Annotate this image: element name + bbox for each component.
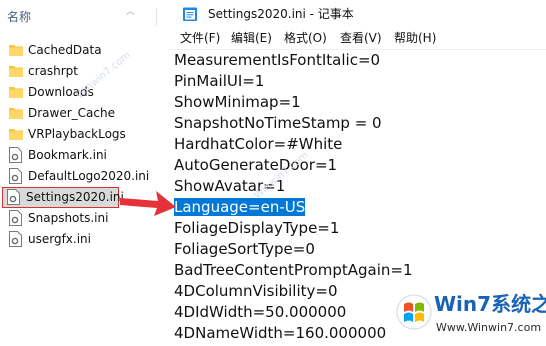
list-item-file[interactable]: Bookmark.ini (4, 145, 124, 166)
menu-edit[interactable]: 编辑(E) (231, 28, 272, 49)
list-item-file-selected[interactable]: Settings2020.ini (2, 187, 124, 208)
text-line: PinMailUI=1 (174, 72, 265, 90)
text-line: BadTreeContentPromptAgain=1 (174, 261, 413, 279)
text-line: SnapshotNoTimeStamp = 0 (174, 114, 382, 132)
notepad-app-icon (183, 7, 197, 21)
folder-icon (9, 87, 23, 98)
list-item-file[interactable]: usergfx.ini (4, 229, 124, 250)
menu-file[interactable]: 文件(F) (180, 28, 220, 49)
folder-icon (9, 66, 23, 77)
ini-file-icon (9, 168, 22, 184)
item-name: Snapshots.ini (28, 211, 109, 225)
item-name: Settings2020.ini (26, 190, 124, 204)
item-name: usergfx.ini (28, 232, 91, 246)
file-explorer-pane: 名称 ︿ CachedData crashrpt Downloads Drawe… (0, 0, 169, 346)
text-line: MeasurementIsFontItalic=0 (174, 51, 381, 69)
item-name: CachedData (28, 43, 102, 57)
list-item-folder[interactable]: Downloads (4, 82, 124, 103)
text-line: 4DIdWidth=50.000000 (174, 303, 347, 321)
folder-icon (9, 108, 23, 119)
window-title: Settings2020.ini - 记事本 (208, 7, 354, 21)
brand-suffix: 系统之家 (491, 292, 546, 316)
watermark-brand: Win7系统之家 (434, 290, 546, 318)
item-name: Bookmark.ini (28, 148, 107, 162)
ini-file-icon (9, 147, 22, 163)
text-line: HardhatColor=#White (174, 135, 343, 153)
item-name: crashrpt (28, 64, 78, 78)
item-name: DefaultLogo2020.ini (28, 169, 150, 183)
text-line: 4DNameWidth=160.000000 (174, 324, 387, 342)
list-item-file[interactable]: DefaultLogo2020.ini (4, 166, 149, 187)
watermark-url: Www.Winwin7.com (436, 321, 542, 334)
list-item-file[interactable]: Snapshots.ini (4, 208, 124, 229)
text-line: 4DColumnVisibility=0 (174, 282, 338, 300)
text-line: ShowMinimap=1 (174, 93, 301, 111)
ini-file-icon (7, 189, 20, 205)
name-column-label: 名称 (7, 10, 32, 24)
text-line: FoliageSortType=0 (174, 240, 315, 258)
folder-icon (9, 129, 23, 140)
menu-bar: 文件(F) 编辑(E) 格式(O) 查看(V) 帮助(H) (168, 28, 546, 50)
folder-icon (9, 45, 23, 56)
ini-file-icon (9, 231, 22, 247)
red-arrow-annotation (120, 191, 176, 216)
menu-help[interactable]: 帮助(H) (394, 28, 436, 49)
site-watermark: Win7系统之家 Www.Winwin7.com (390, 290, 546, 346)
windows-logo-icon (396, 294, 432, 330)
selected-text[interactable]: Language=en-US (174, 198, 306, 216)
item-name: Drawer_Cache (28, 106, 115, 120)
list-item-folder[interactable]: VRPlaybackLogs (4, 124, 126, 145)
sort-indicator-icon: ︿ (126, 7, 136, 17)
menu-view[interactable]: 查看(V) (340, 28, 382, 49)
ini-file-icon (9, 210, 22, 226)
column-divider[interactable] (156, 8, 157, 26)
text-line: FoliageDisplayType=1 (174, 219, 340, 237)
text-line: AutoGenerateDoor=1 (174, 156, 338, 174)
menu-format[interactable]: 格式(O) (284, 28, 327, 49)
list-item-folder[interactable]: CachedData (4, 40, 124, 61)
list-item-folder[interactable]: Drawer_Cache (4, 103, 124, 124)
name-column-header[interactable]: 名称 ︿ (0, 6, 168, 28)
title-bar[interactable]: Settings2020.ini - 记事本 (168, 0, 546, 28)
brand-prefix: Win7 (434, 292, 492, 316)
text-line-selected: Language=en-US (174, 197, 306, 218)
item-name: VRPlaybackLogs (28, 127, 126, 141)
